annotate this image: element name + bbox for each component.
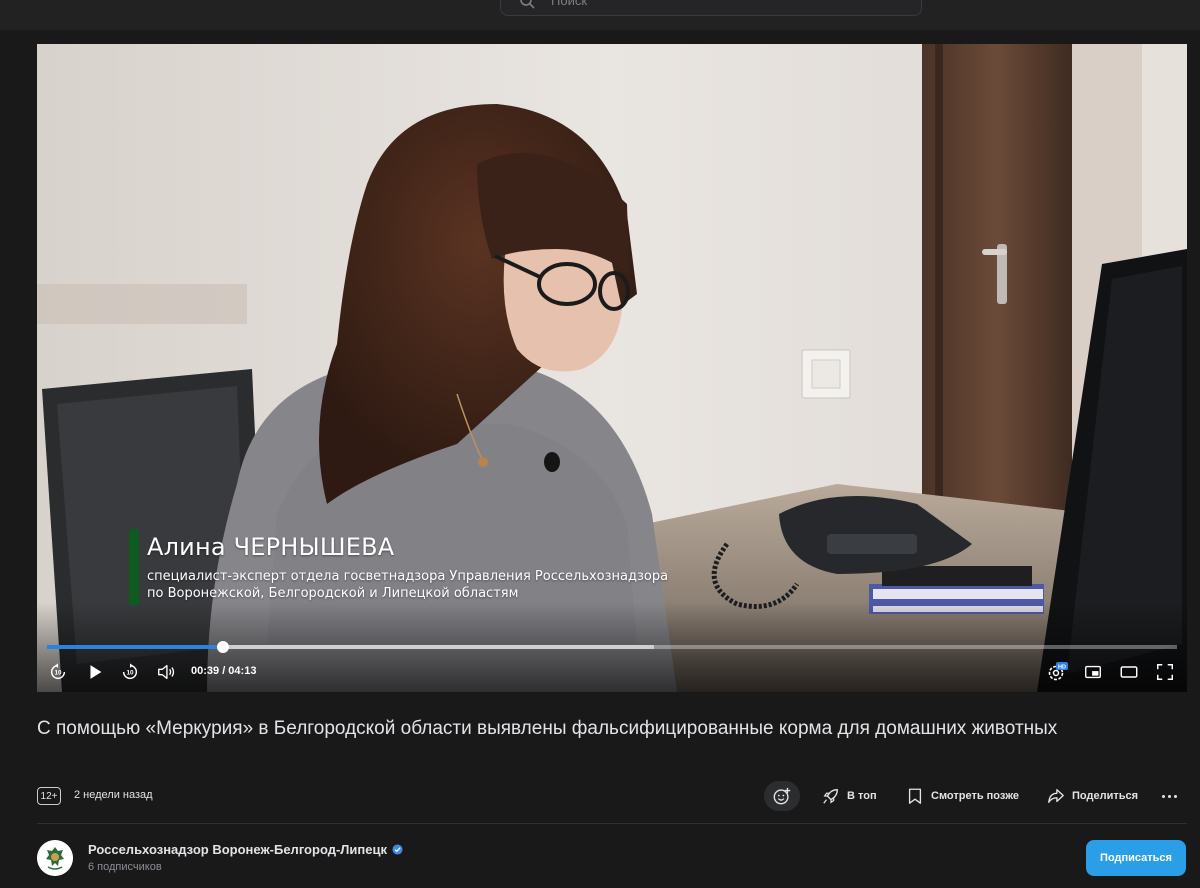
volume-icon — [158, 664, 175, 680]
progress-played — [47, 645, 224, 649]
subscribe-button[interactable]: Подписаться — [1086, 840, 1186, 876]
subscriber-count: 6 подписчиков — [88, 861, 162, 873]
time-display: 00:39 / 04:13 — [191, 665, 257, 677]
svg-text:10: 10 — [54, 670, 62, 677]
dot-icon — [1167, 794, 1171, 798]
progress-bar[interactable] — [47, 641, 1177, 653]
verified-icon — [392, 844, 403, 855]
more-options-button[interactable] — [1157, 789, 1181, 803]
video-title: С помощью «Меркурия» в Белгородской обла… — [37, 718, 1058, 739]
channel-name[interactable]: Россельхознадзор Воронеж-Белгород-Липецк — [88, 842, 403, 857]
caption-name: Алина ЧЕРНЫШЕВА — [147, 533, 395, 561]
miniplayer-icon — [1085, 665, 1101, 679]
svg-text:10: 10 — [126, 670, 134, 677]
channel-name-text: Россельхознадзор Воронеж-Белгород-Липецк — [88, 842, 387, 857]
play-button[interactable] — [84, 661, 106, 683]
smile-plus-icon — [773, 787, 791, 805]
share-label: Поделиться — [1072, 790, 1139, 802]
emblem-icon — [37, 840, 73, 876]
top-label: В топ — [847, 790, 877, 802]
rewind-10-icon: 10 — [50, 663, 66, 680]
volume-button[interactable] — [155, 661, 177, 683]
video-player[interactable]: Алина ЧЕРНЫШЕВА специалист-эксперт отдел… — [37, 44, 1187, 692]
hd-badge: HD — [1058, 664, 1066, 670]
fullscreen-icon — [1157, 664, 1173, 680]
theater-icon — [1120, 666, 1138, 678]
settings-button[interactable]: HD — [1046, 661, 1068, 683]
caption-role: специалист-эксперт отдела госветнадзора … — [147, 568, 668, 602]
age-rating-badge: 12+ — [37, 787, 61, 805]
share-icon — [1048, 789, 1064, 803]
reaction-button[interactable] — [764, 781, 800, 811]
caption-role-line-2: по Воронежской, Белгородской и Липецкой … — [147, 586, 519, 601]
fullscreen-button[interactable] — [1154, 661, 1176, 683]
theater-mode-button[interactable] — [1118, 661, 1140, 683]
posted-time: 2 недели назад — [74, 789, 153, 801]
forward-10-icon: 10 — [122, 663, 138, 680]
caption-accent-bar — [129, 529, 139, 605]
search-icon — [520, 0, 535, 9]
search-input[interactable]: Поиск — [500, 0, 922, 16]
caption-role-line-1: специалист-эксперт отдела госветнадзора … — [147, 569, 669, 584]
channel-avatar[interactable] — [37, 840, 73, 876]
settings-icon: HD — [1048, 662, 1068, 681]
watch-later-button[interactable]: Смотреть позже — [906, 785, 1019, 807]
rocket-icon — [823, 789, 838, 804]
search-placeholder: Поиск — [551, 0, 588, 8]
bookmark-icon — [908, 788, 922, 804]
share-button[interactable]: Поделиться — [1047, 785, 1138, 807]
play-icon — [90, 665, 102, 679]
rewind-10-button[interactable]: 10 — [47, 661, 69, 683]
top-bar: Поиск — [0, 0, 1200, 30]
forward-10-button[interactable]: 10 — [119, 661, 141, 683]
miniplayer-button[interactable] — [1082, 661, 1104, 683]
watch-later-label: Смотреть позже — [931, 790, 1019, 802]
dot-icon — [1161, 794, 1165, 798]
divider — [37, 823, 1187, 824]
top-button[interactable]: В топ — [822, 785, 877, 807]
dot-icon — [1173, 794, 1177, 798]
